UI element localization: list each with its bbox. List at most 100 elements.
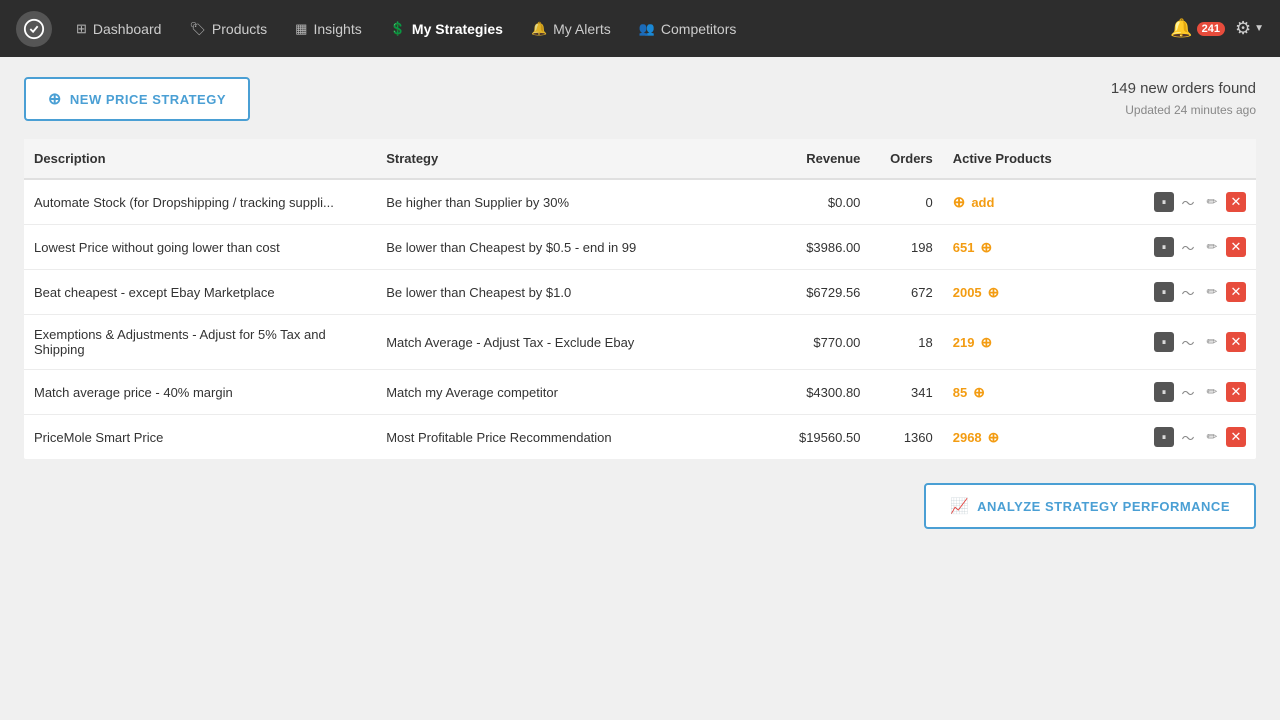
edit-button[interactable]: ✏ [1202,237,1222,257]
users-icon: 👥 [639,21,655,37]
nav-products-label: Products [212,21,267,37]
table-row: Automate Stock (for Dropshipping / track… [24,179,1256,225]
nav-my-strategies-label: My Strategies [412,21,503,37]
cell-description: Exemptions & Adjustments - Adjust for 5%… [24,315,376,370]
chart-button[interactable]: 〜 [1178,427,1198,447]
pause-button[interactable]: ⏸ [1154,332,1174,352]
cell-orders: 18 [870,315,942,370]
nav-dashboard-label: Dashboard [93,21,162,37]
cell-active-products: 2005⊕ [943,270,1144,315]
analyze-btn-label: ANALYZE STRATEGY PERFORMANCE [977,499,1230,514]
chart-button[interactable]: 〜 [1178,282,1198,302]
col-header-active-products: Active Products [943,139,1144,179]
pause-button[interactable]: ⏸ [1154,192,1174,212]
col-header-orders: Orders [870,139,942,179]
plus-circle-icon: ⊕ [48,89,62,109]
cell-description: Match average price - 40% margin [24,370,376,415]
table-row: Exemptions & Adjustments - Adjust for 5%… [24,315,1256,370]
col-header-revenue: Revenue [753,139,870,179]
table-icon: ▦ [295,21,307,37]
active-plus-icon[interactable]: ⊕ [988,429,1000,446]
add-plus-icon: ⊕ [953,193,966,211]
active-plus-icon[interactable]: ⊕ [988,284,1000,301]
cell-revenue: $6729.56 [753,270,870,315]
edit-button[interactable]: ✏ [1202,427,1222,447]
pause-button[interactable]: ⏸ [1154,237,1174,257]
chart-button[interactable]: 〜 [1178,237,1198,257]
add-label[interactable]: add [971,195,994,210]
edit-button[interactable]: ✏ [1202,192,1222,212]
cell-revenue: $770.00 [753,315,870,370]
navbar: ⊞ Dashboard 🏷 Products ▦ Insights 💲 My S… [0,0,1280,57]
active-plus-icon[interactable]: ⊕ [980,334,992,351]
pause-button[interactable]: ⏸ [1154,382,1174,402]
nav-competitors-label: Competitors [661,21,736,37]
new-strategy-label: NEW PRICE STRATEGY [70,92,226,107]
cell-revenue: $4300.80 [753,370,870,415]
nav-my-alerts-label: My Alerts [553,21,611,37]
table-header-row: Description Strategy Revenue Orders Acti… [24,139,1256,179]
person-bell-icon: 🔔 [531,21,547,37]
alert-badge: 241 [1197,22,1225,36]
strategies-table: Description Strategy Revenue Orders Acti… [24,139,1256,459]
cell-description: Lowest Price without going lower than co… [24,225,376,270]
chart-button[interactable]: 〜 [1178,192,1198,212]
cell-orders: 341 [870,370,942,415]
nav-dashboard[interactable]: ⊞ Dashboard [64,15,173,43]
cell-actions: ⏸ 〜 ✏ ✕ [1144,270,1256,315]
bell-icon: 🔔 [1170,18,1192,39]
edit-button[interactable]: ✏ [1202,282,1222,302]
new-price-strategy-button[interactable]: ⊕ NEW PRICE STRATEGY [24,77,250,121]
col-header-actions [1144,139,1256,179]
active-count: 651 [953,240,975,255]
grid-icon: ⊞ [76,21,87,37]
cell-actions: ⏸ 〜 ✏ ✕ [1144,315,1256,370]
nav-insights[interactable]: ▦ Insights [283,15,374,43]
pause-button[interactable]: ⏸ [1154,427,1174,447]
nav-right-area: 🔔 241 ⚙ ▼ [1170,18,1264,39]
active-plus-icon[interactable]: ⊕ [980,239,992,256]
delete-button[interactable]: ✕ [1226,237,1246,257]
nav-products[interactable]: 🏷 Products [177,15,279,43]
cell-description: Automate Stock (for Dropshipping / track… [24,179,376,225]
orders-updated-text: Updated 24 minutes ago [1111,101,1256,120]
cell-orders: 0 [870,179,942,225]
nav-my-alerts[interactable]: 🔔 My Alerts [519,15,623,43]
cell-strategy: Be higher than Supplier by 30% [376,179,753,225]
cell-strategy: Be lower than Cheapest by $1.0 [376,270,753,315]
cell-revenue: $0.00 [753,179,870,225]
analyze-strategy-performance-button[interactable]: 📈 ANALYZE STRATEGY PERFORMANCE [924,483,1256,529]
nav-my-strategies[interactable]: 💲 My Strategies [378,15,515,43]
chevron-down-icon: ▼ [1254,23,1264,34]
active-count: 2968 [953,430,982,445]
delete-button[interactable]: ✕ [1226,427,1246,447]
delete-button[interactable]: ✕ [1226,332,1246,352]
settings-button[interactable]: ⚙ ▼ [1235,18,1264,39]
cell-description: PriceMole Smart Price [24,415,376,460]
alerts-button[interactable]: 🔔 241 [1170,18,1225,39]
edit-button[interactable]: ✏ [1202,332,1222,352]
nav-competitors[interactable]: 👥 Competitors [627,15,749,43]
main-content: ⊕ NEW PRICE STRATEGY 149 new orders foun… [0,57,1280,549]
cell-active-products: 2968 ⊕ [943,415,1144,460]
cell-strategy: Match Average - Adjust Tax - Exclude Eba… [376,315,753,370]
cell-active-products: 219⊕ [943,315,1144,370]
cell-active-products: 651 ⊕ [943,225,1144,270]
cell-strategy: Be lower than Cheapest by $0.5 - end in … [376,225,753,270]
cell-strategy: Most Profitable Price Recommendation [376,415,753,460]
nav-insights-label: Insights [313,21,361,37]
chart-button[interactable]: 〜 [1178,332,1198,352]
analyze-wrap: 📈 ANALYZE STRATEGY PERFORMANCE [24,483,1256,529]
pause-button[interactable]: ⏸ [1154,282,1174,302]
tag-icon: 🏷 [189,21,206,37]
orders-info: 149 new orders found Updated 24 minutes … [1111,77,1256,120]
cell-orders: 198 [870,225,942,270]
cell-active-products: 85⊕ [943,370,1144,415]
edit-button[interactable]: ✏ [1202,382,1222,402]
active-plus-icon[interactable]: ⊕ [973,384,985,401]
col-header-strategy: Strategy [376,139,753,179]
delete-button[interactable]: ✕ [1226,192,1246,212]
delete-button[interactable]: ✕ [1226,382,1246,402]
chart-button[interactable]: 〜 [1178,382,1198,402]
delete-button[interactable]: ✕ [1226,282,1246,302]
